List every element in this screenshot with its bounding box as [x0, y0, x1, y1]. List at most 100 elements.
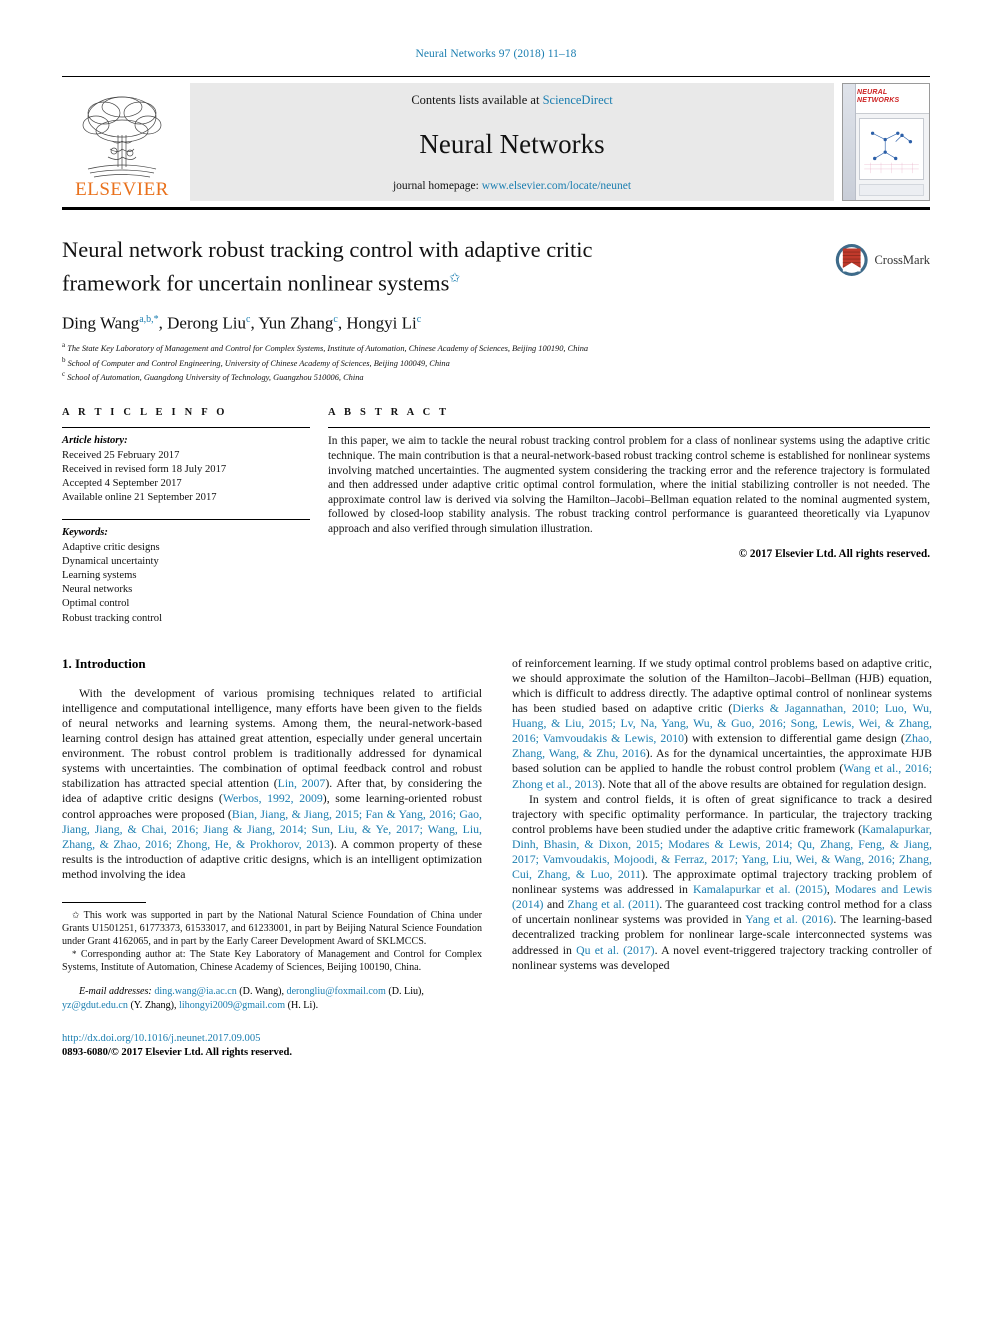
homepage-line: journal homepage: www.elsevier.com/locat…: [393, 180, 631, 192]
citation-yang-et-al-2016[interactable]: Yang et al. (2016): [745, 912, 833, 926]
journal-masthead: ELSEVIER Contents lists available at Sci…: [62, 76, 930, 201]
citation-kamalapurkar-et-al-2015[interactable]: Kamalapurkar et al. (2015): [693, 882, 827, 896]
email-link-2[interactable]: derongliu@foxmail.com: [287, 986, 386, 997]
title-block: CrossMark Neural network robust tracking…: [62, 236, 930, 383]
author-1: Ding Wang: [62, 313, 140, 333]
contents-line: Contents lists available at ScienceDirec…: [411, 93, 612, 108]
paper-page: Neural Networks 97 (2018) 11–18 ELSEVIER…: [0, 0, 992, 1323]
body-columns: 1. Introduction With the development of …: [62, 656, 932, 1060]
email-link-4[interactable]: lihongyi2009@gmail.com: [179, 1000, 285, 1011]
citation-sep: ;: [303, 821, 312, 836]
footnote-star-mark: ✩: [72, 909, 80, 920]
doi-link[interactable]: http://dx.doi.org/10.1016/j.neunet.2017.…: [62, 1032, 482, 1046]
elsevier-tree-icon: [82, 96, 162, 178]
email-owner-1: (D. Wang),: [236, 986, 287, 998]
citation-zhong-he-prokhorov[interactable]: Zhong, He, & Prokhorov, 2013: [177, 837, 330, 851]
citation-lin-2007[interactable]: Lin, 2007: [278, 776, 326, 790]
citation-fan-yang[interactable]: Fan & Yang, 2016: [365, 807, 452, 821]
citation-zhang-et-al-2011[interactable]: Zhang et al. (2011): [568, 897, 660, 911]
keyword-item: Dynamical uncertainty: [62, 555, 159, 567]
citation-sep: ;: [168, 836, 177, 851]
article-info-column: A R T I C L E I N F O Article history: R…: [62, 407, 310, 625]
masthead-bottom-rule: [62, 207, 930, 210]
email-owner-2: (D. Liu),: [385, 986, 424, 998]
history-item: Received 25 February 2017: [62, 449, 180, 461]
running-head: Neural Networks 97 (2018) 11–18: [415, 48, 577, 60]
history-item: Accepted 4 September 2017: [62, 477, 182, 489]
affiliation-text: The State Key Laboratory of Management a…: [67, 343, 589, 353]
section-heading-introduction: 1. Introduction: [62, 655, 146, 671]
cover-side-strip: [843, 84, 856, 200]
title-line-2: framework for uncertain nonlinear system…: [62, 270, 450, 296]
footnote-emails: E-mail addresses: ding.wang@ia.ac.cn (D.…: [62, 985, 482, 1011]
homepage-url-link[interactable]: www.elsevier.com/locate/neunet: [482, 180, 631, 192]
info-abstract-area: A R T I C L E I N F O Article history: R…: [62, 407, 930, 625]
left-column: 1. Introduction With the development of …: [62, 656, 482, 1060]
citation-yang-liu-wei-wang[interactable]: Yang, Liu, Wei, & Wang, 2016: [741, 852, 891, 866]
author-4-affil-marks[interactable]: c: [417, 314, 421, 325]
citation-modares-lewis[interactable]: Modares & Lewis, 2014: [668, 837, 789, 851]
citation-sun-liu-ye[interactable]: Sun, Liu, & Ye, 2017: [312, 822, 420, 836]
keyword-item: Learning systems: [62, 569, 137, 581]
journal-cover-thumbnail[interactable]: NEURAL NETWORKS: [842, 83, 930, 201]
elsevier-logo: ELSEVIER: [62, 83, 182, 201]
citation-qu-et-al-2017[interactable]: Qu et al. (2017): [576, 943, 654, 957]
citation-sep: ;: [419, 821, 428, 836]
cover-title-text: NEURAL NETWORKS: [857, 89, 900, 104]
citation-zhong-et-al[interactable]: Zhong et al., 2013: [512, 777, 598, 791]
issn-copyright: © 2017 Elsevier Ltd. All rights reserved…: [110, 1046, 292, 1058]
footnote-block: ✩ This work was supported in part by the…: [62, 901, 482, 1060]
abstract-heading: A B S T R A C T: [328, 407, 450, 419]
citation-sep: ;: [782, 716, 791, 731]
citation-sep: ;: [875, 701, 885, 716]
abstract-text: In this paper, we aim to tackle the neur…: [328, 435, 930, 535]
title-footnote-star[interactable]: ✩: [449, 270, 460, 285]
footnote-asterisk-mark: *: [72, 949, 77, 960]
author-2-affil-marks[interactable]: c: [246, 314, 250, 325]
text-run: ) with extension to differential game de…: [684, 731, 905, 746]
footnote-rule: [62, 901, 146, 903]
elsevier-wordmark: ELSEVIER: [75, 179, 169, 200]
text-run: and: [543, 897, 568, 912]
citation-werbos[interactable]: Werbos, 1992, 2009: [223, 791, 323, 805]
citation-vamvoudakis-mojoodi[interactable]: Vamvoudakis, Mojoodi, & Ferraz, 2017: [543, 852, 735, 866]
citation-wang-et-al[interactable]: Wang et al., 2016: [843, 761, 928, 775]
email-link-3[interactable]: yz@gdut.edu.cn: [62, 1000, 128, 1011]
text-run: ). Note that all of the above results ar…: [598, 776, 927, 791]
affiliation-item: a The State Key Laboratory of Management…: [62, 340, 930, 354]
page-title: Neural network robust tracking control w…: [62, 236, 762, 298]
sciencedirect-link[interactable]: ScienceDirect: [543, 93, 613, 107]
paragraph-intro-left: With the development of various promisin…: [62, 686, 482, 882]
keyword-item: Optimal control: [62, 598, 130, 610]
email-owner-4: (H. Li).: [285, 999, 319, 1011]
citation-vamvoudakis-lewis[interactable]: Vamvoudakis & Lewis, 2010: [543, 731, 684, 745]
affiliation-mark: c: [62, 369, 66, 378]
crossmark-badge[interactable]: CrossMark: [834, 238, 930, 282]
citation-sep: ;: [928, 761, 932, 776]
author-1-corresponding-mark[interactable]: *: [154, 314, 159, 325]
contents-prefix: Contents lists available at: [411, 93, 543, 107]
email-link-1[interactable]: ding.wang@ia.ac.cn: [154, 986, 236, 997]
keywords-rule: [62, 519, 310, 521]
article-info-rule: [62, 427, 310, 429]
article-history-label: Article history:: [62, 435, 128, 447]
author-3-affil-marks[interactable]: c: [333, 314, 337, 325]
citation-sep: ;: [535, 851, 543, 866]
homepage-prefix: journal homepage:: [392, 180, 482, 192]
author-1-affil-marks[interactable]: a,b,: [139, 314, 153, 325]
cover-artwork: [859, 118, 924, 180]
keyword-item: Adaptive critic designs: [62, 541, 160, 553]
citation-bian[interactable]: Bian, Jiang, & Jiang, 2015: [232, 807, 359, 821]
footnote-funding: ✩ This work was supported in part by the…: [62, 909, 482, 948]
citation-sep: ;: [891, 851, 899, 866]
affiliation-list: a The State Key Laboratory of Management…: [62, 340, 930, 383]
citation-lv[interactable]: Lv, Na, Yang, Wu, & Guo, 2016: [620, 716, 782, 730]
text-run: With the development of various promisin…: [62, 685, 482, 791]
author-list: Ding Wanga,b,*, Derong Liuc, Yun Zhangc,…: [62, 313, 422, 333]
footnote-funding-text: This work was supported in part by the N…: [62, 909, 482, 948]
history-item: Received in revised form 18 July 2017: [62, 463, 227, 475]
abstract-copyright: © 2017 Elsevier Ltd. All rights reserved…: [738, 548, 930, 561]
citation-sep: ;: [659, 836, 669, 851]
citation-dierks[interactable]: Dierks & Jagannathan, 2010: [732, 701, 875, 715]
citation-jiang-jiang[interactable]: Jiang & Jiang, 2014: [203, 822, 303, 836]
